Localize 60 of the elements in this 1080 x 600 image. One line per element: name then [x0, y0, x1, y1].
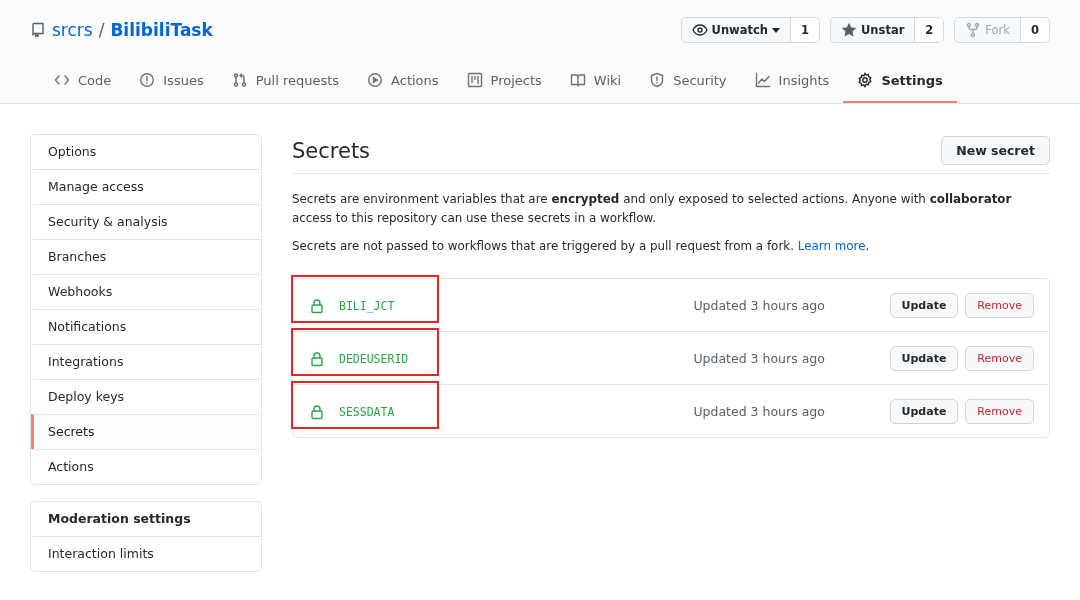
learn-more-link[interactable]: Learn more [797, 239, 866, 253]
repo-tab[interactable]: Pull requests [217, 60, 354, 103]
repository-name-link[interactable]: BilibiliTask [110, 20, 213, 40]
sidebar-item[interactable]: Notifications [31, 309, 261, 344]
secret-name: DEDEUSERID [339, 351, 409, 366]
page-title: Secrets [292, 138, 371, 163]
menu-heading: Moderation settings [47, 510, 192, 528]
shield-icon [649, 72, 666, 88]
pull-request-icon [231, 72, 248, 88]
sidebar-item[interactable]: Interaction limits [31, 536, 261, 571]
repo-tab[interactable]: Projects [452, 60, 556, 103]
repo-tab[interactable]: Settings [843, 60, 957, 103]
repo-tab[interactable]: Insights [740, 60, 844, 103]
repo-tab[interactable]: Code [40, 60, 126, 103]
eye-icon [691, 22, 708, 38]
play-icon [367, 72, 384, 88]
book-icon [569, 72, 586, 88]
remove-button[interactable]: Remove [965, 399, 1034, 424]
remove-button[interactable]: Remove [965, 346, 1034, 371]
updated-time: Updated 3 hours ago [693, 298, 826, 313]
repo-tab[interactable]: Wiki [555, 60, 636, 103]
secret-name: SESSDATA [339, 404, 395, 419]
sidebar-item[interactable]: Secrets [31, 414, 261, 449]
sidebar-item[interactable]: Integrations [31, 344, 261, 379]
updated-time: Updated 3 hours ago [693, 351, 826, 366]
repo-tab[interactable]: Issues [125, 60, 218, 103]
owner-link[interactable]: srcrs [52, 20, 93, 40]
star-icon [841, 22, 857, 38]
gear-icon [857, 72, 874, 88]
update-button[interactable]: Update [889, 293, 959, 318]
sidebar-item[interactable]: Webhooks [31, 274, 261, 309]
sidebar-item[interactable]: Security & analysis [31, 204, 261, 239]
lock-icon [309, 297, 325, 314]
new-secret-button[interactable]: New secret [941, 136, 1050, 165]
line-chart-icon [754, 72, 771, 88]
count[interactable]: 1 [790, 18, 819, 42]
update-button[interactable]: Update [889, 399, 959, 424]
remove-button[interactable]: Remove [965, 293, 1034, 318]
secret-name: BILI_JCT [339, 298, 395, 313]
update-button[interactable]: Update [889, 346, 959, 371]
sidebar-item[interactable]: Options [31, 135, 261, 169]
repo-tab[interactable]: Actions [353, 60, 453, 103]
repo-tab[interactable]: Security [635, 60, 741, 103]
watch-button[interactable]: Unwatch [681, 18, 790, 42]
project-board-icon [466, 72, 483, 88]
issue-icon [139, 72, 156, 88]
count[interactable]: 2 [914, 18, 944, 42]
fork-icon [965, 22, 982, 38]
lock-icon [309, 403, 325, 420]
updated-time: Updated 3 hours ago [693, 404, 826, 419]
fork-note: Secrets are not passed to workflows that are triggered by a pull request from a fork. Learn more. [292, 238, 871, 255]
path-separator: / [98, 20, 105, 40]
star-button[interactable]: Unstar [831, 18, 915, 42]
repository-icon [30, 22, 46, 38]
sidebar-item[interactable]: Actions [31, 449, 261, 484]
sidebar-item[interactable]: Manage access [31, 169, 261, 204]
caret-icon [772, 27, 780, 33]
description: Secrets are environment variables that are encrypted and only exposed to selected actions. Anyone with collaborator access to this repository can use these secrets in a workflow. [292, 191, 1013, 227]
sidebar-item[interactable]: Branches [31, 239, 261, 274]
lock-icon [309, 350, 325, 367]
